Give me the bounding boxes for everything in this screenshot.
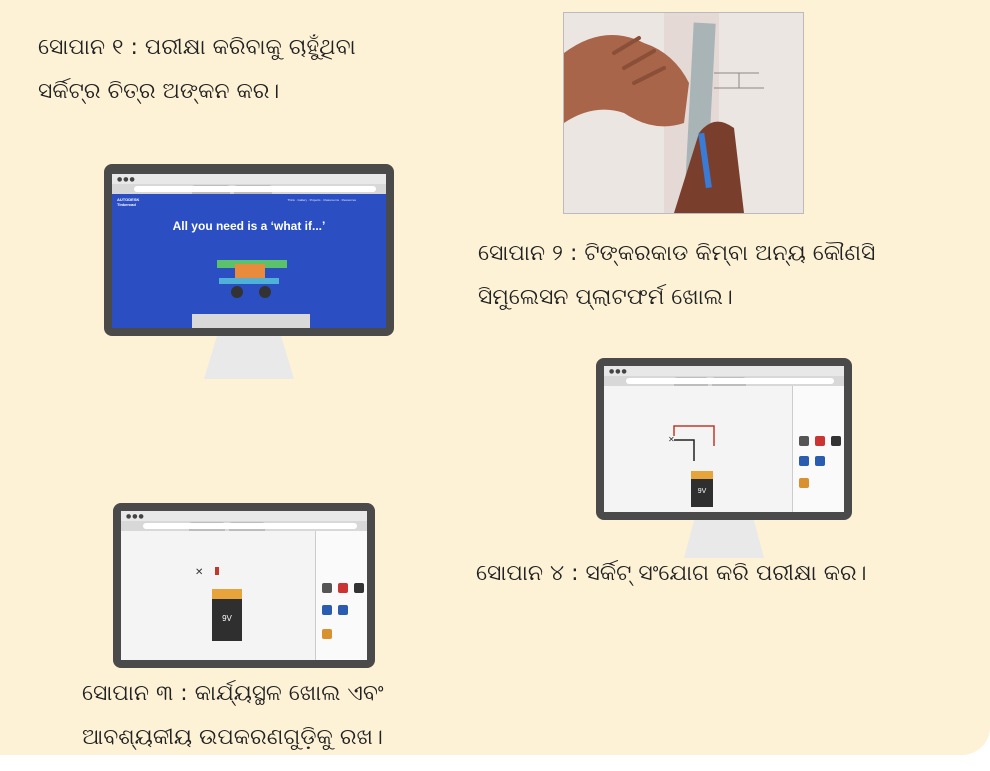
browser-window: ●●● ✕ 9V (121, 511, 367, 660)
component-icon[interactable] (322, 583, 332, 593)
toy-airplane-icon (217, 260, 287, 298)
browser-window: ●●● AUTODESK Tinkercad Think · Gallery ·… (112, 174, 386, 328)
svg-text:✕: ✕ (195, 567, 203, 578)
battery-label: 9V (697, 488, 707, 495)
address-bar[interactable] (134, 186, 376, 192)
battery-cap (691, 471, 713, 479)
component-icon[interactable] (322, 629, 332, 639)
component-icon[interactable] (354, 583, 364, 593)
step-2-text: ସୋପାନ ୨ : ଟିଙ୍କରକାଡ କିମ୍ବା ଅନ୍ୟ କୌଣସି ସି… (478, 232, 875, 320)
browser-tabbar (121, 521, 367, 531)
component-icon[interactable] (799, 436, 809, 446)
monitor-circuit-connected: ●●● ✕ 9V (596, 358, 852, 558)
component-icon[interactable] (799, 478, 809, 488)
battery-cap (212, 589, 242, 599)
content-strip (192, 314, 310, 328)
component-icon[interactable] (815, 456, 825, 466)
tinkercad-hero: AUTODESK Tinkercad Think · Gallery · Pro… (112, 194, 386, 328)
step-1-line-1: ସୋପାନ ୧ : ପରୀକ୍ଷା କରିବାକୁ ଚାହୁଁଥିବା (38, 35, 356, 60)
component-icon[interactable] (338, 605, 348, 615)
step-4-line-1: ସୋପାନ ୪ : ସର୍କିଟ୍ ସଂଯୋଗ କରି ପରୀକ୍ଷା କର। (476, 561, 867, 586)
browser-chrome: ●●● (112, 174, 386, 184)
browser-tabbar (604, 376, 844, 386)
monitor-stand (204, 334, 294, 379)
battery-9v[interactable]: 9V (691, 479, 713, 507)
monitor-tinkercad-home: ●●● AUTODESK Tinkercad Think · Gallery ·… (104, 164, 394, 379)
step-3-line-1: ସୋପାନ ୩ : କାର୍ଯ୍ୟସ୍ଥଳ ଖୋଲ ଏବଂ (82, 681, 384, 706)
monitor-workspace: ●●● ✕ 9V (113, 503, 375, 668)
step-1-line-2: ସର୍କିଟ୍‌ର ଚିତ୍ର ଅଙ୍କନ କର। (38, 79, 280, 104)
svg-text:✕: ✕ (668, 435, 675, 444)
step-3-line-2: ଆବଶ୍ୟକୀୟ ଉପକରଣଗୁଡ଼ିକୁ ରଖ। (82, 725, 383, 750)
tinkercad-nav[interactable]: Think · Gallery · Projects · Classrooms … (287, 198, 356, 202)
window-controls-icon: ●●● (126, 513, 145, 520)
step-1-text: ସୋପାନ ୧ : ପରୀକ୍ଷା କରିବାକୁ ଚାହୁଁଥିବା ସର୍କ… (38, 26, 356, 114)
hero-headline: All you need is a ‘what if...’ (172, 219, 326, 233)
logo-line-2: Tinkercad (117, 202, 136, 207)
component-icon[interactable] (799, 456, 809, 466)
hand-drawing-illustration (564, 13, 803, 213)
address-bar[interactable] (626, 378, 834, 384)
browser-window: ●●● ✕ 9V (604, 366, 844, 512)
component-icon[interactable] (338, 583, 348, 593)
component-icon[interactable] (815, 436, 825, 446)
components-panel (792, 386, 844, 512)
browser-chrome: ●●● (121, 511, 367, 521)
step-2-line-1: ସୋପାନ ୨ : ଟିଙ୍କରକାଡ କିମ୍ବା ଅନ୍ୟ କୌଣସି (478, 241, 876, 266)
window-controls-icon: ●●● (609, 368, 628, 375)
step-3-text: ସୋପାନ ୩ : କାର୍ଯ୍ୟସ୍ଥଳ ଖୋଲ ଏବଂ ଆବଶ୍ୟକୀୟ ଉ… (82, 672, 384, 760)
placed-components-icon: ✕ (195, 567, 219, 578)
components-panel (315, 531, 367, 660)
address-bar[interactable] (143, 523, 357, 529)
battery-label: 9V (222, 614, 232, 623)
drawing-circuit-photo (563, 12, 804, 214)
step-2-line-2: ସିମୁଲେସନ ପ୍ଲାଟଫର୍ମ ଖୋଲ। (478, 285, 733, 310)
window-controls-icon: ●●● (117, 176, 136, 183)
browser-tabbar (112, 184, 386, 194)
browser-chrome: ●●● (604, 366, 844, 376)
autodesk-logo: AUTODESK Tinkercad (117, 197, 139, 207)
component-icon[interactable] (831, 436, 841, 446)
battery-9v[interactable]: 9V (212, 599, 242, 641)
step-4-text: ସୋପାନ ୪ : ସର୍କିଟ୍ ସଂଯୋଗ କରି ପରୀକ୍ଷା କର। (476, 552, 867, 596)
component-icon[interactable] (322, 605, 332, 615)
